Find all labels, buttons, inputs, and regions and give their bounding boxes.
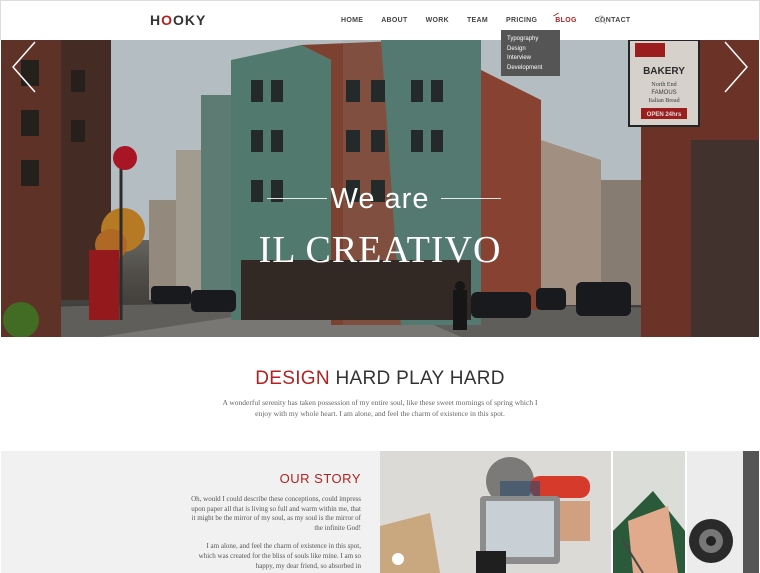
search-icon[interactable] — [597, 15, 607, 25]
laptop-photo — [380, 451, 611, 573]
menu-item-blog[interactable]: BLOG — [555, 17, 576, 24]
section-description: A wonderful serenity has taken possessio… — [222, 398, 538, 418]
dropdown-item-development[interactable]: Development — [501, 64, 560, 74]
desk-photo — [613, 451, 685, 573]
section-title-rest: HARD PLAY HARD — [329, 368, 505, 389]
top-navbar: HOOKY HOME ABOUT WORK TEAM PRICING BLOG … — [0, 0, 760, 40]
hero-slider: BAKERY North End FAMOUS Italian Bread OP… — [1, 40, 759, 337]
menu-item-home[interactable]: HOME — [341, 17, 363, 24]
story-title: OUR STORY — [279, 471, 361, 486]
chevron-left-icon[interactable] — [11, 40, 37, 94]
story-body: Oh, would I could describe these concept… — [191, 495, 361, 573]
chevron-right-icon[interactable] — [723, 40, 749, 94]
hero-title: IL CREATIVO — [258, 229, 502, 271]
menu-item-about[interactable]: ABOUT — [381, 17, 407, 24]
dropdown-item-typography[interactable]: Typography — [501, 35, 560, 45]
menu-item-team[interactable]: TEAM — [467, 17, 488, 24]
hero-subtitle: We are — [330, 183, 430, 215]
dropdown-item-interview[interactable]: Interview — [501, 54, 560, 64]
our-story-section: OUR STORY Oh, would I could describe the… — [1, 451, 380, 573]
dropdown-item-design[interactable]: Design — [501, 45, 560, 55]
story-paragraph: I am alone, and feel the charm of existe… — [198, 542, 361, 570]
logo[interactable]: HOOKY — [150, 12, 206, 28]
speaker-photo — [687, 451, 759, 573]
section-title: DESIGN HARD PLAY HARD — [0, 368, 760, 390]
section-title-accent: DESIGN — [255, 368, 330, 389]
menu-item-pricing[interactable]: PRICING — [506, 17, 537, 24]
menu-item-work[interactable]: WORK — [426, 17, 449, 24]
story-paragraph: Oh, would I could describe these concept… — [191, 495, 361, 532]
blog-dropdown-menu: Typography Design Interview Development — [501, 30, 560, 76]
